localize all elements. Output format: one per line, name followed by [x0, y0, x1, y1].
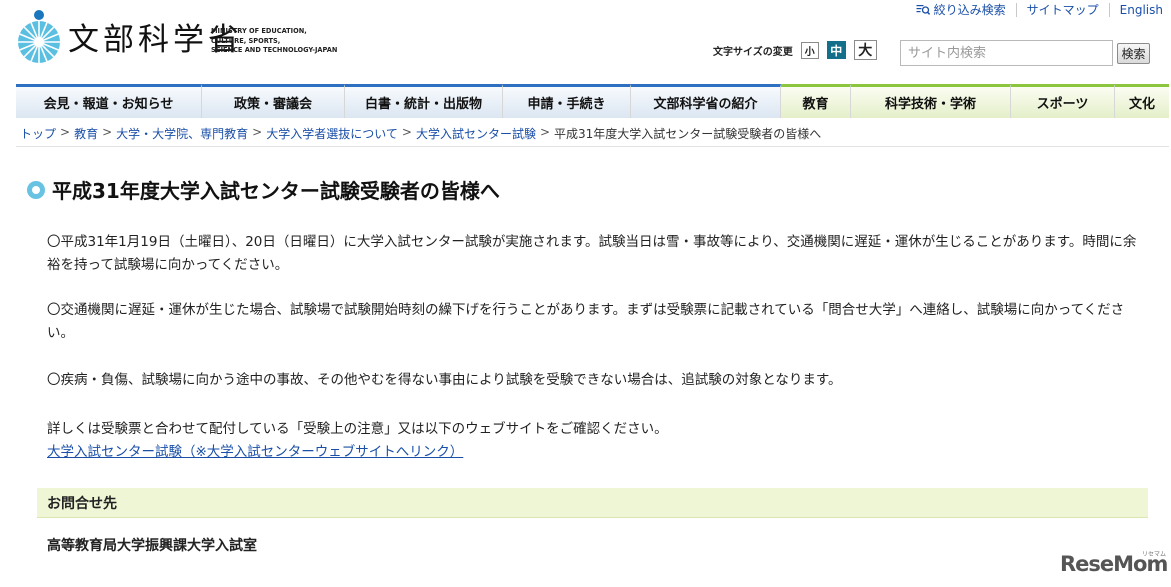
details-paragraph: 詳しくは受験票と合わせて配付している「受験上の注意」又は以下のウェブサイトをご確… [47, 418, 1139, 464]
breadcrumb-separator: > [401, 125, 412, 139]
contact-heading: お問合せ先 [47, 496, 117, 512]
nav-item-education[interactable]: 教育 [781, 84, 851, 118]
nav-item-policy[interactable]: 政策・審議会 [202, 84, 345, 118]
font-size-label: 文字サイズの変更 [713, 46, 793, 58]
nav-item-science[interactable]: 科学技術・学術 [851, 84, 1011, 118]
refined-search-label: 絞り込み検索 [933, 3, 1006, 17]
contact-department: 高等教育局大学振興課大学入試室 [47, 538, 257, 554]
breadcrumb-link-university[interactable]: 大学・大学院、専門教育 [116, 125, 248, 142]
breadcrumb-link-top[interactable]: トップ [20, 125, 56, 142]
details-text: 詳しくは受験票と合わせて配付している「受験上の注意」又は以下のウェブサイトをご確… [47, 421, 668, 437]
breadcrumb-separator: > [102, 125, 113, 139]
mext-logo-icon [18, 10, 60, 63]
nav-item-sports[interactable]: スポーツ [1011, 84, 1115, 118]
sitemap-label: サイトマップ [1026, 3, 1099, 17]
breadcrumb-link-center-exam[interactable]: 大学入試センター試験 [416, 125, 536, 142]
notice-paragraph: 〇交通機関に遅延・運休が生じた場合、試験場で試験開始時刻の繰下げを行うことがあり… [47, 302, 1125, 341]
font-size-switcher: 文字サイズの変更 小 中 大 [713, 40, 885, 60]
breadcrumb: トップ > 教育 > 大学・大学院、専門教育 > 大学入学者選抜について > 大… [20, 125, 821, 142]
resemom-watermark-sub: リセマム [1142, 551, 1167, 558]
nav-item-culture[interactable]: 文化 [1115, 84, 1169, 118]
breadcrumb-separator: > [252, 125, 263, 139]
breadcrumb-divider [16, 146, 1169, 147]
breadcrumb-separator: > [60, 125, 71, 139]
center-exam-external-link[interactable]: 大学入試センター試験（※大学入試センターウェブサイトへリンク） [47, 441, 1139, 464]
nav-item-publications[interactable]: 白書・統計・出版物 [345, 84, 503, 118]
refined-search-link[interactable]: 絞り込み検索 [906, 3, 1016, 17]
font-size-small-button[interactable]: 小 [800, 41, 819, 59]
sitemap-link[interactable]: サイトマップ [1015, 3, 1109, 17]
logo-text-en: MINISTRY OF EDUCATION, CULTURE, SPORTS, … [211, 27, 351, 56]
logo-en-line: SCIENCE AND TECHNOLOGY-JAPAN [211, 46, 338, 54]
contact-heading-bar: お問合せ先 [37, 488, 1148, 518]
english-link[interactable]: English [1108, 3, 1163, 17]
logo-en-line: MINISTRY OF EDUCATION, [211, 27, 307, 35]
font-size-large-button[interactable]: 大 [853, 40, 877, 60]
title-bullet-icon [27, 181, 45, 199]
breadcrumb-current: 平成31年度大学入試センター試験受験者の皆様へ [554, 127, 822, 141]
breadcrumb-separator: > [539, 125, 551, 139]
english-label: English [1119, 3, 1163, 17]
notice-paragraph: 〇平成31年1月19日（土曜日）、20日（日曜日）に大学入試センター試験が実施さ… [47, 234, 1137, 273]
search-button[interactable]: 検索 [1117, 43, 1150, 64]
nav-item-press[interactable]: 会見・報道・お知らせ [16, 84, 202, 118]
site-search-input[interactable] [900, 40, 1113, 66]
notice-paragraph: 〇疾病・負傷、試験場に向かう途中の事故、その他やむを得ない事由により試験を受験で… [47, 372, 842, 388]
utility-links: 絞り込み検索 サイトマップ English [906, 3, 1163, 17]
page-title: 平成31年度大学入試センター試験受験者の皆様へ [52, 179, 500, 203]
nav-item-procedures[interactable]: 申請・手続き [503, 84, 631, 118]
breadcrumb-link-education[interactable]: 教育 [74, 125, 98, 142]
font-size-medium-button[interactable]: 中 [826, 41, 846, 59]
breadcrumb-link-admissions[interactable]: 大学入学者選抜について [266, 125, 398, 142]
nav-item-about[interactable]: 文部科学省の紹介 [631, 84, 781, 118]
logo-en-line: CULTURE, SPORTS, [211, 36, 281, 45]
global-nav: 会見・報道・お知らせ 政策・審議会 白書・統計・出版物 申請・手続き 文部科学省… [16, 84, 1169, 118]
magnifier-list-icon [916, 5, 930, 15]
